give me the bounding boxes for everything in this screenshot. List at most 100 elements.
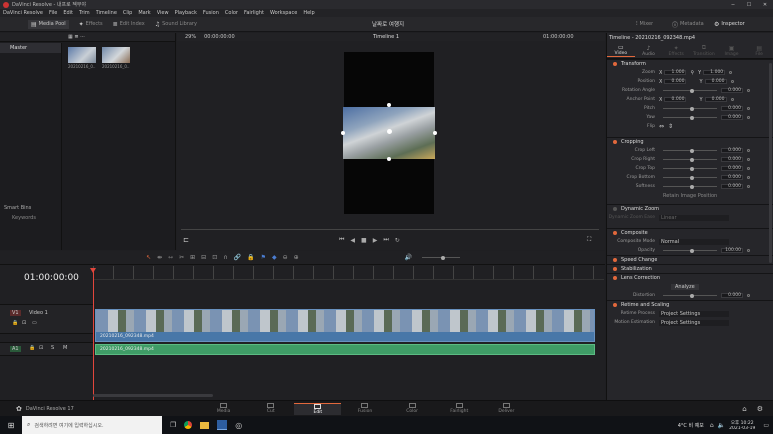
motion-estimation-select[interactable]: Project Settings: [659, 319, 729, 326]
section-retime-scaling[interactable]: Retime and Scaling: [607, 300, 773, 309]
keyframe-icon[interactable]: [747, 149, 750, 152]
audio-clip[interactable]: 20210216_092348.mp4: [95, 344, 595, 355]
enable-toggle[interactable]: [613, 267, 617, 271]
transform-handle[interactable]: [341, 131, 345, 135]
solo-track-icon[interactable]: S: [51, 345, 54, 351]
rotation-field[interactable]: 0.000: [721, 88, 743, 93]
weather[interactable]: 4°C 비 예보: [678, 422, 704, 429]
playhead-handle[interactable]: [90, 268, 96, 273]
edit-index-button[interactable]: ≣ Edit Index: [113, 21, 145, 28]
selection-tool-icon[interactable]: ↖: [146, 254, 151, 261]
menu-item[interactable]: DaVinci Resolve: [3, 10, 43, 16]
chrome-icon[interactable]: [184, 421, 193, 429]
section-speed-change[interactable]: Speed Change: [607, 255, 773, 264]
inspector-button[interactable]: ⚙ Inspector: [714, 21, 745, 28]
video-frame[interactable]: [341, 52, 437, 214]
keyframe-icon[interactable]: [730, 80, 734, 83]
zoom-y-field[interactable]: 1.000: [703, 70, 726, 75]
transform-handle[interactable]: [387, 157, 391, 161]
enable-toggle[interactable]: [613, 207, 617, 211]
rotation-slider[interactable]: [663, 88, 717, 93]
analyze-button[interactable]: Analyze: [671, 283, 699, 290]
blade-tool-icon[interactable]: ✂: [179, 254, 184, 261]
minimize-icon[interactable]: ─: [725, 2, 741, 8]
volume-slider[interactable]: [422, 255, 461, 260]
bin-master[interactable]: Master: [0, 43, 61, 53]
menu-item[interactable]: View: [157, 10, 169, 16]
mixer-button[interactable]: ⫶ Mixer: [636, 20, 653, 28]
page-tab-edit[interactable]: Edit: [294, 402, 342, 415]
track-id[interactable]: A1: [10, 346, 21, 352]
menu-item[interactable]: Help: [303, 10, 314, 16]
distortion-slider[interactable]: [663, 293, 717, 298]
retime-process-select[interactable]: Project Settings: [659, 310, 729, 317]
yaw-field[interactable]: 0.000: [721, 115, 743, 120]
zoom-in-icon[interactable]: ⊕: [294, 254, 299, 261]
position-y-field[interactable]: 0.000: [704, 79, 727, 84]
enable-toggle[interactable]: [613, 303, 617, 307]
page-tab-deliver[interactable]: Deliver: [483, 403, 530, 414]
tab-image[interactable]: ▣ Image: [718, 45, 746, 57]
settings-icon[interactable]: ⚙: [757, 405, 763, 413]
taskbar-search[interactable]: ⌕ 검색하려면 여기에 입력하십시오.: [22, 416, 162, 434]
pitch-field[interactable]: 0.000: [721, 106, 743, 111]
dynamic-zoom-ease-select[interactable]: Linear: [659, 214, 729, 221]
auto-select-icon[interactable]: ⊡: [22, 320, 26, 326]
windows-start-icon[interactable]: ⊞: [0, 421, 22, 430]
clock-date[interactable]: 2021-03-19: [729, 426, 755, 431]
track-visibility-icon[interactable]: ▭: [32, 320, 37, 326]
page-tab-cut[interactable]: Cut: [247, 403, 294, 414]
tab-transition[interactable]: ⧉ Transition: [690, 44, 718, 57]
snapping-icon[interactable]: ∩: [223, 254, 227, 261]
flag-icon[interactable]: ⚑: [261, 254, 266, 261]
opacity-field[interactable]: 100.00: [721, 248, 743, 253]
page-tab-fairlight[interactable]: Fairlight: [436, 403, 483, 414]
flip-horizontal-icon[interactable]: ⇔: [659, 123, 664, 130]
crop-top-field[interactable]: 0.000: [721, 166, 743, 171]
menu-item[interactable]: Workspace: [270, 10, 297, 16]
flip-vertical-icon[interactable]: ⇕: [668, 123, 673, 130]
timeline-scrollbar[interactable]: [93, 394, 213, 397]
keyframe-icon[interactable]: [730, 98, 734, 101]
play-icon[interactable]: ▶: [373, 237, 378, 244]
distortion-field[interactable]: 0.000: [721, 293, 743, 298]
keyframe-icon[interactable]: [747, 116, 750, 119]
menu-item[interactable]: Trim: [79, 10, 90, 16]
jump-end-icon[interactable]: ⏭: [383, 236, 388, 244]
enable-toggle[interactable]: [613, 62, 617, 66]
track-id[interactable]: V1: [10, 310, 21, 316]
notification-icon[interactable]: ▭: [763, 422, 769, 429]
transform-handle[interactable]: [387, 103, 391, 107]
obs-icon[interactable]: ◎: [235, 421, 242, 430]
mute-track-icon[interactable]: M: [63, 345, 67, 351]
anchor-y-field[interactable]: 0.000: [704, 97, 727, 102]
menu-item[interactable]: Color: [225, 10, 238, 16]
enable-toggle[interactable]: [613, 276, 617, 280]
viewer-mode-icon[interactable]: ⊏: [183, 236, 189, 244]
inspector-scrollbar[interactable]: [769, 63, 772, 263]
viewer-zoom[interactable]: 29%: [185, 34, 196, 40]
page-tab-fusion[interactable]: Fusion: [341, 403, 388, 414]
crop-left-field[interactable]: 0.000: [721, 148, 743, 153]
softness-slider[interactable]: [663, 184, 717, 189]
metadata-button[interactable]: ⓘ Metadata: [672, 20, 704, 29]
transform-handle[interactable]: [387, 129, 392, 134]
section-stabilization[interactable]: Stabilization: [607, 264, 773, 273]
loop-icon[interactable]: ↻: [395, 237, 400, 244]
viewer-scrubber[interactable]: [181, 229, 599, 230]
keyframe-icon[interactable]: [747, 185, 750, 188]
video-clip[interactable]: 20210216_092348.mp4: [95, 309, 595, 342]
menu-item[interactable]: Mark: [138, 10, 150, 16]
section-transform[interactable]: Transform: [607, 59, 773, 68]
softness-field[interactable]: 0.000: [721, 184, 743, 189]
jump-start-icon[interactable]: ⏮: [339, 236, 344, 244]
keyframe-icon[interactable]: [729, 71, 733, 74]
section-composite[interactable]: Composite: [607, 228, 773, 237]
page-tab-media[interactable]: Media: [200, 403, 247, 414]
clip-thumbnail[interactable]: 20210216_0...: [102, 47, 130, 71]
menu-item[interactable]: File: [49, 10, 57, 16]
retain-image-position-checkbox[interactable]: Retain Image Position: [663, 193, 717, 199]
close-icon[interactable]: ✕: [757, 2, 773, 8]
enable-toggle[interactable]: [613, 258, 617, 262]
view-toggle-icon[interactable]: ▦ ≣ ⋯: [68, 34, 85, 40]
